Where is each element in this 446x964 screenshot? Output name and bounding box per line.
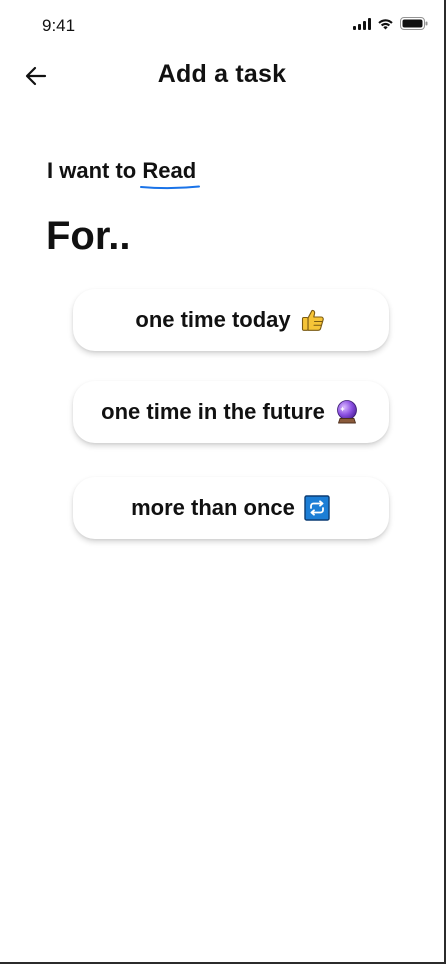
status-bar: 9:41: [0, 0, 444, 48]
frequency-heading: For..: [46, 214, 131, 258]
option-label: one time today: [135, 307, 291, 332]
option-one-time-future-button[interactable]: one time in the future: [73, 381, 389, 443]
battery-icon: [400, 17, 428, 30]
option-more-than-once-button[interactable]: more than once: [73, 477, 389, 539]
option-label: more than once: [131, 495, 295, 520]
task-name-underline: [140, 185, 201, 190]
option-one-time-today-button[interactable]: one time today: [73, 289, 389, 351]
thumbs-up-icon: [299, 306, 327, 334]
task-name: Read: [142, 158, 197, 183]
task-name-link[interactable]: Read: [140, 158, 201, 190]
status-time: 9:41: [42, 16, 76, 35]
wifi-icon: [377, 17, 394, 30]
crystal-ball-icon: [333, 398, 361, 426]
repeat-icon: [303, 494, 331, 522]
signal-icon: [353, 17, 371, 30]
intro-prefix: I want to: [47, 158, 137, 183]
task-intro: I want to Read: [47, 158, 201, 190]
header: Add a task: [0, 54, 444, 98]
app-screen: 9:41 Add a task I want to Read For.. one…: [0, 0, 446, 964]
page-title: Add a task: [157, 60, 287, 88]
status-icons: [353, 17, 428, 30]
option-label: one time in the future: [101, 399, 325, 424]
